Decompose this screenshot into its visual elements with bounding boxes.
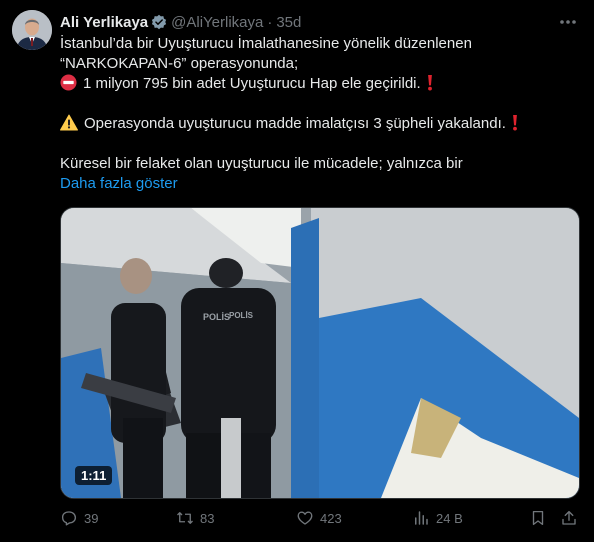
repost-count: 83 [200,510,215,526]
repost-button[interactable]: 83 [176,509,214,527]
avatar[interactable] [12,10,52,50]
tweet-line-3-text: 1 milyon 795 bin adet Uyuşturucu Hap ele… [83,75,421,92]
share-button[interactable] [560,509,584,527]
warning-emoji-icon [60,114,78,131]
views-count: 24 B [436,510,463,526]
reply-count: 39 [84,510,99,526]
verified-badge-icon [151,14,167,30]
tweet-line-5-text: Operasyonda uyuşturucu madde imalatçısı … [84,115,506,132]
repost-icon [177,512,193,524]
red-exclamation-emoji-icon [513,114,517,131]
no-entry-emoji-icon [60,74,77,91]
vest-label-back: POLİS [229,311,254,320]
reply-icon [61,511,77,526]
tweet-actions: 39 83 423 24 B [60,509,580,531]
show-more-link[interactable]: Daha fazla göster [60,174,580,194]
timestamp[interactable]: 35d [276,14,301,31]
share-icon [562,510,576,525]
reply-button[interactable]: 39 [60,509,98,527]
vest-label: POLİS [203,312,230,322]
like-button[interactable]: 423 [296,509,342,527]
tweet[interactable]: Ali Yerlikaya @AliYerlikaya · 35d İstanb… [0,0,594,542]
like-count: 423 [320,510,342,526]
video-duration: 1:11 [75,466,113,485]
tweet-line-5: Operasyonda uyuşturucu madde imalatçısı … [60,114,580,134]
tweet-line-7: Küresel bir felaket olan uyuşturucu ile … [60,155,463,172]
red-exclamation-emoji-icon [427,74,432,91]
video-frame: POLİS POLİS [61,208,579,498]
views-chart-icon [415,511,428,525]
heart-icon [297,511,313,525]
tweet-line-1: İstanbul’da bir Uyuşturucu İmalathanesin… [60,35,472,52]
author-name[interactable]: Ali Yerlikaya [60,14,148,31]
bookmark-button[interactable] [529,509,553,527]
separator-dot: · [267,13,273,31]
tweet-header: Ali Yerlikaya @AliYerlikaya · 35d [60,12,301,32]
tweet-line-3: 1 milyon 795 bin adet Uyuşturucu Hap ele… [60,74,580,94]
author-handle[interactable]: @AliYerlikaya [171,14,263,31]
tweet-line-2: “NARKOKAPAN-6” operasyonunda; [60,55,299,72]
video-player[interactable]: POLİS POLİS 1:11 [60,207,580,499]
views-button[interactable]: 24 B [412,509,463,527]
more-dots-icon[interactable] [558,12,578,32]
bookmark-icon [532,510,544,526]
tweet-text: İstanbul’da bir Uyuşturucu İmalathanesin… [60,34,580,194]
